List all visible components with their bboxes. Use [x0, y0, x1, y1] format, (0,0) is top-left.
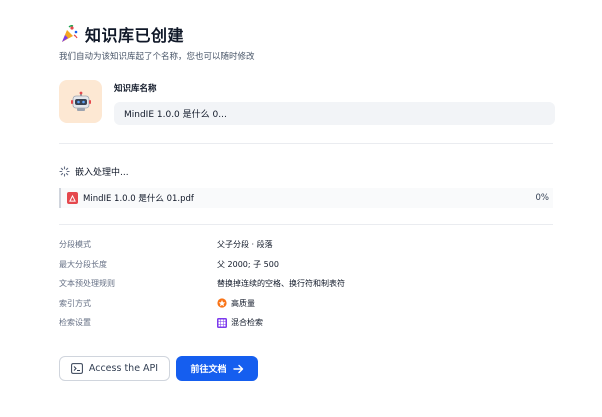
- title-row: 知识库已创建: [59, 22, 255, 46]
- meta-value: 高质量: [217, 298, 255, 309]
- meta-value-text: 父子分段 · 段落: [217, 240, 273, 250]
- meta-row-segment-mode: 分段模式 父子分段 · 段落: [59, 235, 345, 255]
- meta-key: 检索设置: [59, 318, 91, 328]
- meta-value-text: 替换掉连续的空格、换行符和制表符: [217, 279, 345, 289]
- file-progress-row: MindIE 1.0.0 是什么 01.pdf 0%: [59, 188, 553, 208]
- go-to-document-button[interactable]: 前往文档: [176, 356, 258, 381]
- access-api-label: Access the API: [88, 363, 159, 374]
- meta-value-text: 高质量: [231, 298, 255, 308]
- settings-summary: 分段模式 父子分段 · 段落 最大分段长度 父 2000; 子 500 文本预处…: [59, 235, 345, 333]
- meta-row-index-method: 索引方式 高质量: [59, 294, 345, 314]
- page-subtitle: 我们自动为该知识库起了个名称，您也可以随时修改: [59, 52, 255, 62]
- kb-name-input[interactable]: MindIE 1.0.0 是什么 0...: [114, 102, 555, 125]
- header: 知识库已创建 我们自动为该知识库起了个名称，您也可以随时修改: [59, 22, 255, 62]
- meta-value: 父 2000; 子 500: [217, 259, 279, 270]
- embedding-status-text: 嵌入处理中...: [75, 168, 129, 178]
- kb-name-section: 知识库名称 MindIE 1.0.0 是什么 0...: [59, 80, 555, 125]
- meta-row-max-length: 最大分段长度 父 2000; 子 500: [59, 255, 345, 275]
- spinner-icon: [59, 166, 70, 177]
- meta-key: 分段模式: [59, 240, 91, 250]
- party-popper-icon: [62, 25, 78, 42]
- meta-value: 替换掉连续的空格、换行符和制表符: [217, 278, 345, 289]
- meta-key: 最大分段长度: [59, 259, 107, 269]
- pdf-file-icon: [67, 192, 78, 204]
- kb-name-label: 知识库名称: [114, 84, 157, 94]
- go-to-document-label: 前往文档: [190, 365, 227, 375]
- arrow-right-icon: [232, 364, 243, 373]
- meta-row-retrieval: 检索设置 混合检索: [59, 313, 345, 333]
- meta-value-text: 混合检索: [231, 318, 263, 328]
- access-api-button[interactable]: Access the API: [59, 356, 170, 381]
- high-quality-icon: [217, 298, 227, 308]
- page-title: 知识库已创建: [85, 26, 185, 45]
- hybrid-search-icon: [217, 317, 227, 328]
- divider: [59, 224, 553, 225]
- meta-value: 混合检索: [217, 317, 263, 328]
- meta-key: 文本预处理规则: [59, 279, 115, 289]
- meta-value: 父子分段 · 段落: [217, 239, 273, 250]
- file-progress-percent: 0%: [535, 193, 550, 203]
- meta-key: 索引方式: [59, 298, 91, 308]
- kb-avatar[interactable]: [59, 80, 102, 123]
- divider: [59, 143, 553, 144]
- robot-icon: [70, 91, 91, 111]
- kb-name-field-group: 知识库名称 MindIE 1.0.0 是什么 0...: [114, 80, 555, 125]
- meta-value-text: 父 2000; 子 500: [217, 259, 279, 269]
- embedding-status: 嵌入处理中...: [59, 165, 129, 178]
- file-name: MindIE 1.0.0 是什么 01.pdf: [83, 194, 194, 204]
- terminal-icon: [71, 363, 83, 374]
- meta-row-preprocess: 文本预处理规则 替换掉连续的空格、换行符和制表符: [59, 274, 345, 294]
